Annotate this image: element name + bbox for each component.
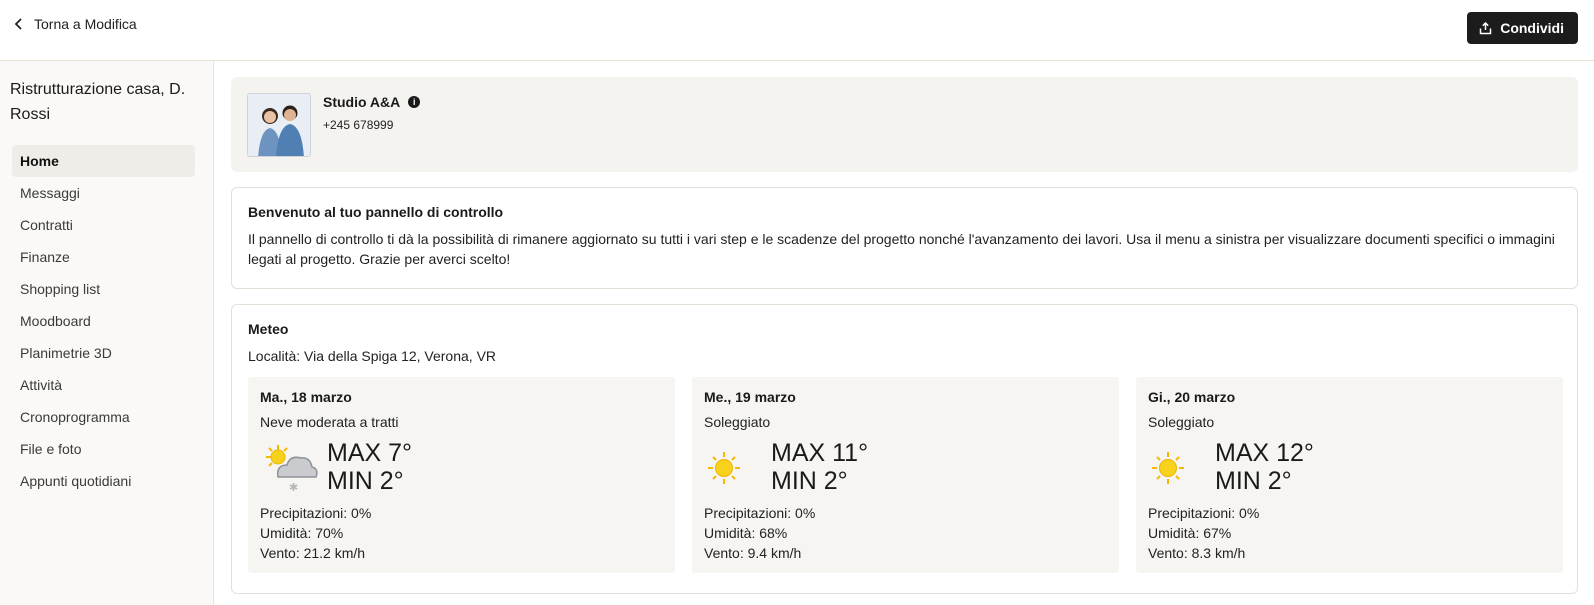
forecast-days: Ma., 18 marzo Neve moderata a tratti ✱ M… (248, 377, 1563, 573)
sidebar-nav: Home Messaggi Contratti Finanze Shopping… (12, 145, 195, 497)
main-content: Studio A&A i +245 678999 Benvenuto al tu… (231, 77, 1578, 594)
forecast-condition: Soleggiato (1148, 414, 1215, 430)
contact-name-row: Studio A&A i (323, 94, 421, 110)
forecast-temps: MAX 7° MIN 2° (327, 439, 412, 495)
info-icon[interactable]: i (408, 96, 421, 108)
sidebar-item-appunti-quotidiani[interactable]: Appunti quotidiani (12, 465, 195, 497)
forecast-day: Ma., 18 marzo Neve moderata a tratti ✱ M… (248, 377, 675, 573)
forecast-temps: MAX 12° MIN 2° (1215, 439, 1314, 495)
forecast-date: Me., 19 marzo (704, 389, 796, 405)
sidebar-item-home[interactable]: Home (12, 145, 195, 177)
forecast-stats: Precipitazioni: 0% Umidità: 70% Vento: 2… (260, 503, 371, 563)
sun-icon (1152, 452, 1184, 484)
forecast-humidity: Umidità: 70% (260, 525, 344, 541)
contact-phone: +245 678999 (323, 118, 394, 132)
forecast-temps: MAX 11° MIN 2° (771, 439, 868, 495)
forecast-max: MAX 11° (771, 439, 869, 467)
forecast-stats: Precipitazioni: 0% Umidità: 67% Vento: 8… (1148, 503, 1259, 563)
forecast-min: MIN 2° (327, 467, 404, 495)
share-label: Condividi (1500, 20, 1564, 36)
forecast-day: Me., 19 marzo Soleggiato MAX 11° MIN 2° … (692, 377, 1119, 573)
forecast-date: Gi., 20 marzo (1148, 389, 1236, 405)
forecast-stats: Precipitazioni: 0% Umidità: 68% Vento: 9… (704, 503, 815, 563)
forecast-humidity: Umidità: 68% (704, 525, 788, 541)
forecast-day: Gi., 20 marzo Soleggiato MAX 12° MIN 2° … (1136, 377, 1563, 573)
share-button[interactable]: Condividi (1467, 12, 1578, 44)
forecast-min: MIN 2° (1215, 467, 1292, 495)
forecast-wind: Vento: 9.4 km/h (704, 545, 802, 561)
sidebar-item-finanze[interactable]: Finanze (12, 241, 195, 273)
sidebar-item-shopping-list[interactable]: Shopping list (12, 273, 195, 305)
sidebar-item-contratti[interactable]: Contratti (12, 209, 195, 241)
forecast-min: MIN 2° (771, 467, 848, 495)
project-title: Ristrutturazione casa, D. Rossi (10, 81, 186, 123)
sidebar: Ristrutturazione casa, D. Rossi Home Mes… (0, 61, 214, 605)
contact-card: Studio A&A i +245 678999 (231, 77, 1578, 172)
sidebar-item-moodboard[interactable]: Moodboard (12, 305, 195, 337)
forecast-precip: Precipitazioni: 0% (704, 505, 816, 521)
welcome-text: Il pannello di controllo ti dà la possib… (248, 231, 1555, 267)
weather-card: Meteo Località: Via della Spiga 12, Vero… (231, 304, 1578, 594)
weather-title: Meteo (248, 321, 289, 337)
back-label: Torna a Modifica (34, 16, 137, 32)
welcome-title: Benvenuto al tuo pannello di controllo (248, 204, 504, 220)
forecast-max: MAX 12° (1215, 439, 1314, 467)
chevron-left-icon (14, 18, 22, 30)
forecast-date: Ma., 18 marzo (260, 389, 352, 405)
snow-cloud-icon: ✱ (266, 445, 318, 494)
sidebar-item-file-e-foto[interactable]: File e foto (12, 433, 195, 465)
weather-location: Località: Via della Spiga 12, Verona, VR (248, 348, 497, 364)
forecast-max: MAX 7° (327, 439, 413, 467)
sidebar-item-messaggi[interactable]: Messaggi (12, 177, 195, 209)
back-to-edit-link[interactable]: Torna a Modifica (14, 16, 137, 32)
forecast-precip: Precipitazioni: 0% (1148, 505, 1260, 521)
share-icon (1479, 21, 1492, 34)
sidebar-item-planimetrie-3d[interactable]: Planimetrie 3D (12, 337, 195, 369)
contact-name: Studio A&A (323, 94, 401, 110)
welcome-card: Benvenuto al tuo pannello di controllo I… (231, 187, 1578, 289)
forecast-condition: Soleggiato (704, 414, 771, 430)
svg-text:✱: ✱ (289, 481, 298, 494)
forecast-wind: Vento: 21.2 km/h (260, 545, 366, 561)
forecast-precip: Precipitazioni: 0% (260, 505, 372, 521)
sun-icon (708, 452, 740, 484)
top-bar: Torna a Modifica Condividi (0, 0, 1594, 61)
sidebar-item-cronoprogramma[interactable]: Cronoprogramma (12, 401, 195, 433)
sidebar-item-attivita[interactable]: Attività (12, 369, 195, 401)
forecast-wind: Vento: 8.3 km/h (1148, 545, 1246, 561)
forecast-condition: Neve moderata a tratti (260, 414, 399, 430)
forecast-humidity: Umidità: 67% (1148, 525, 1232, 541)
avatar (247, 93, 311, 157)
